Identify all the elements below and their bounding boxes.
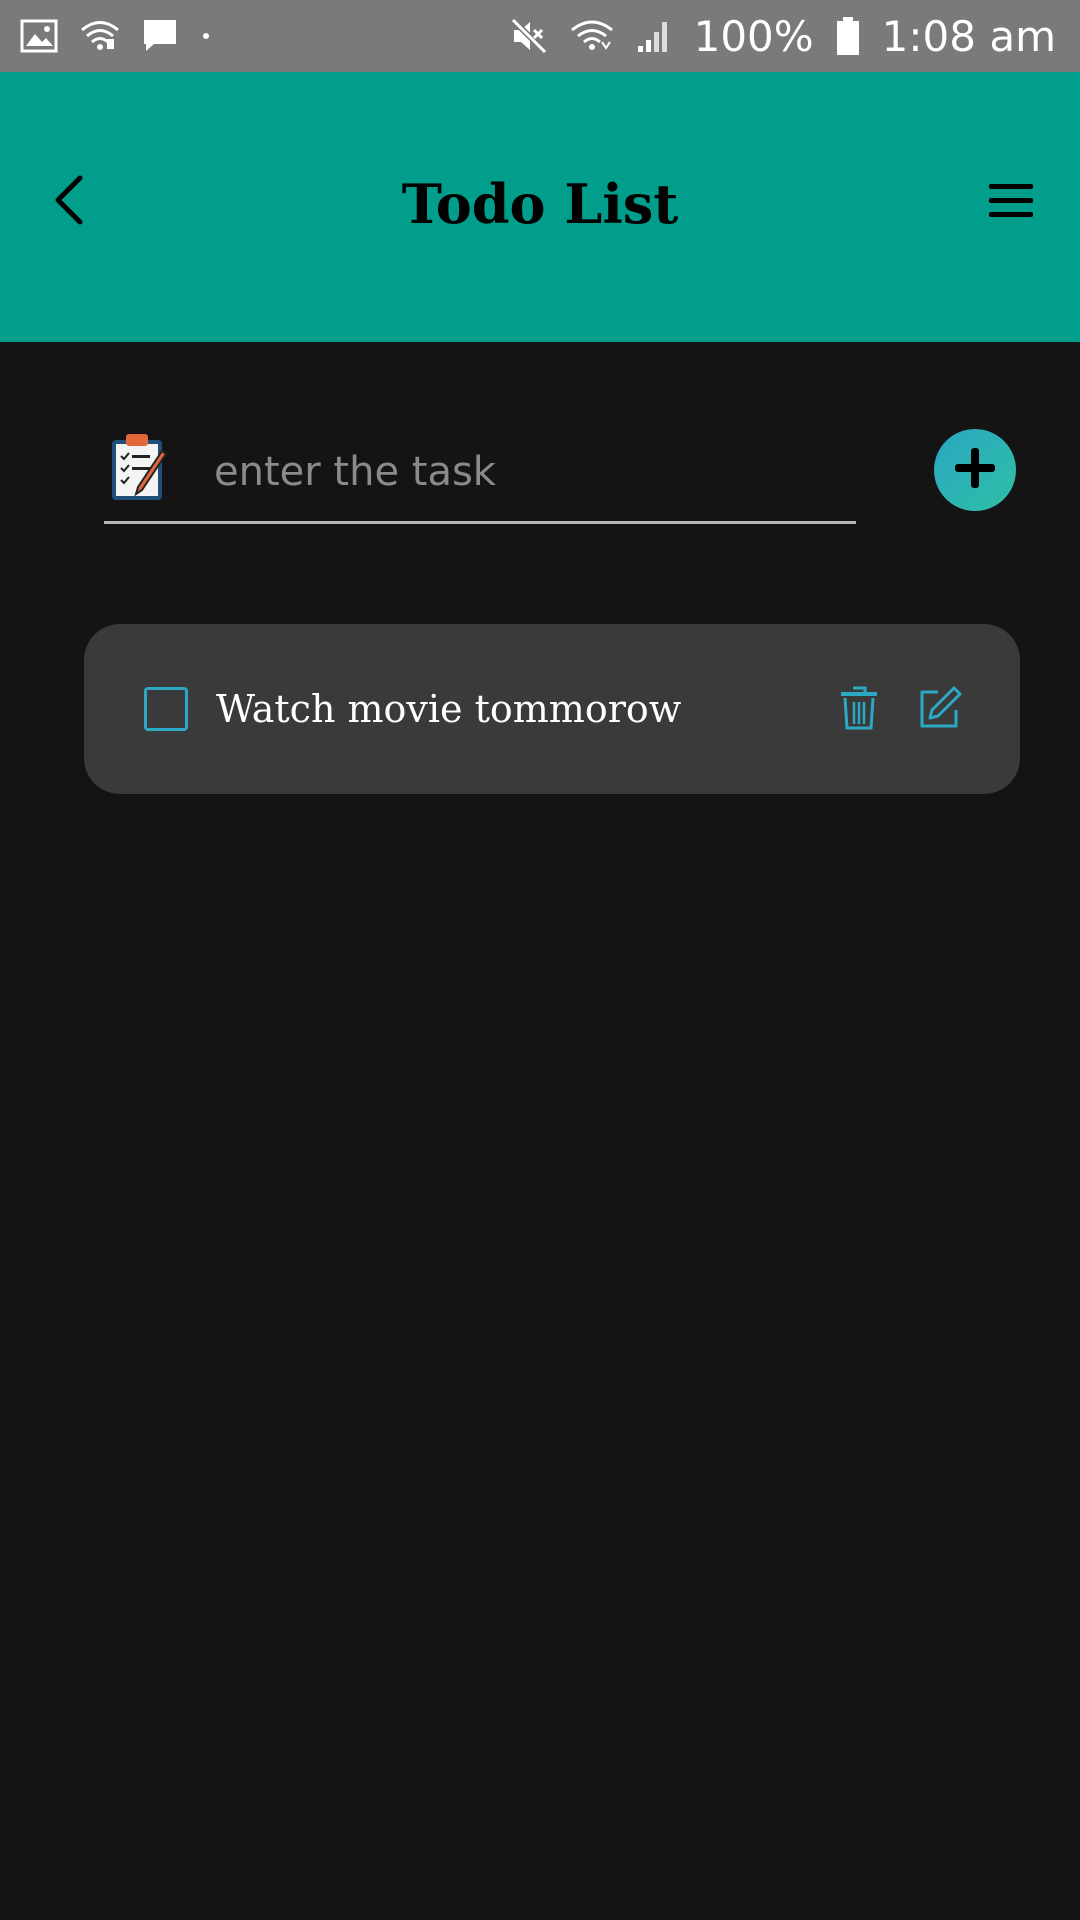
clipboard-icon [108,432,172,508]
wifi-icon [570,18,614,54]
mute-icon [510,17,548,55]
task-checkbox[interactable] [144,687,188,731]
edit-task-button[interactable] [914,684,966,736]
page-title: Todo List [401,172,679,236]
battery-percentage: 100% [693,11,814,61]
task-input-row [104,424,856,524]
wifi-icon [80,19,120,53]
status-bar-left [20,18,212,54]
task-input[interactable] [214,440,834,504]
trash-icon [839,684,879,736]
task-card: Watch movie tommorow [84,624,1020,794]
dot-icon [200,30,212,42]
app-bar: Todo List [0,72,1080,342]
status-bar-right: 100% 1:08 am [510,12,1056,61]
delete-task-button[interactable] [834,684,884,736]
add-task-button[interactable] [934,429,1016,511]
image-icon [20,19,58,53]
message-icon [142,18,178,54]
menu-button[interactable] [986,180,1036,226]
edit-icon [916,684,964,736]
battery-icon [836,16,860,56]
status-bar: 100% 1:08 am [0,0,1080,72]
hamburger-menu-icon [988,182,1034,224]
plus-icon [953,446,997,494]
signal-icon [636,18,672,54]
task-text: Watch movie tommorow [216,687,682,731]
clock: 1:08 am [881,11,1056,61]
